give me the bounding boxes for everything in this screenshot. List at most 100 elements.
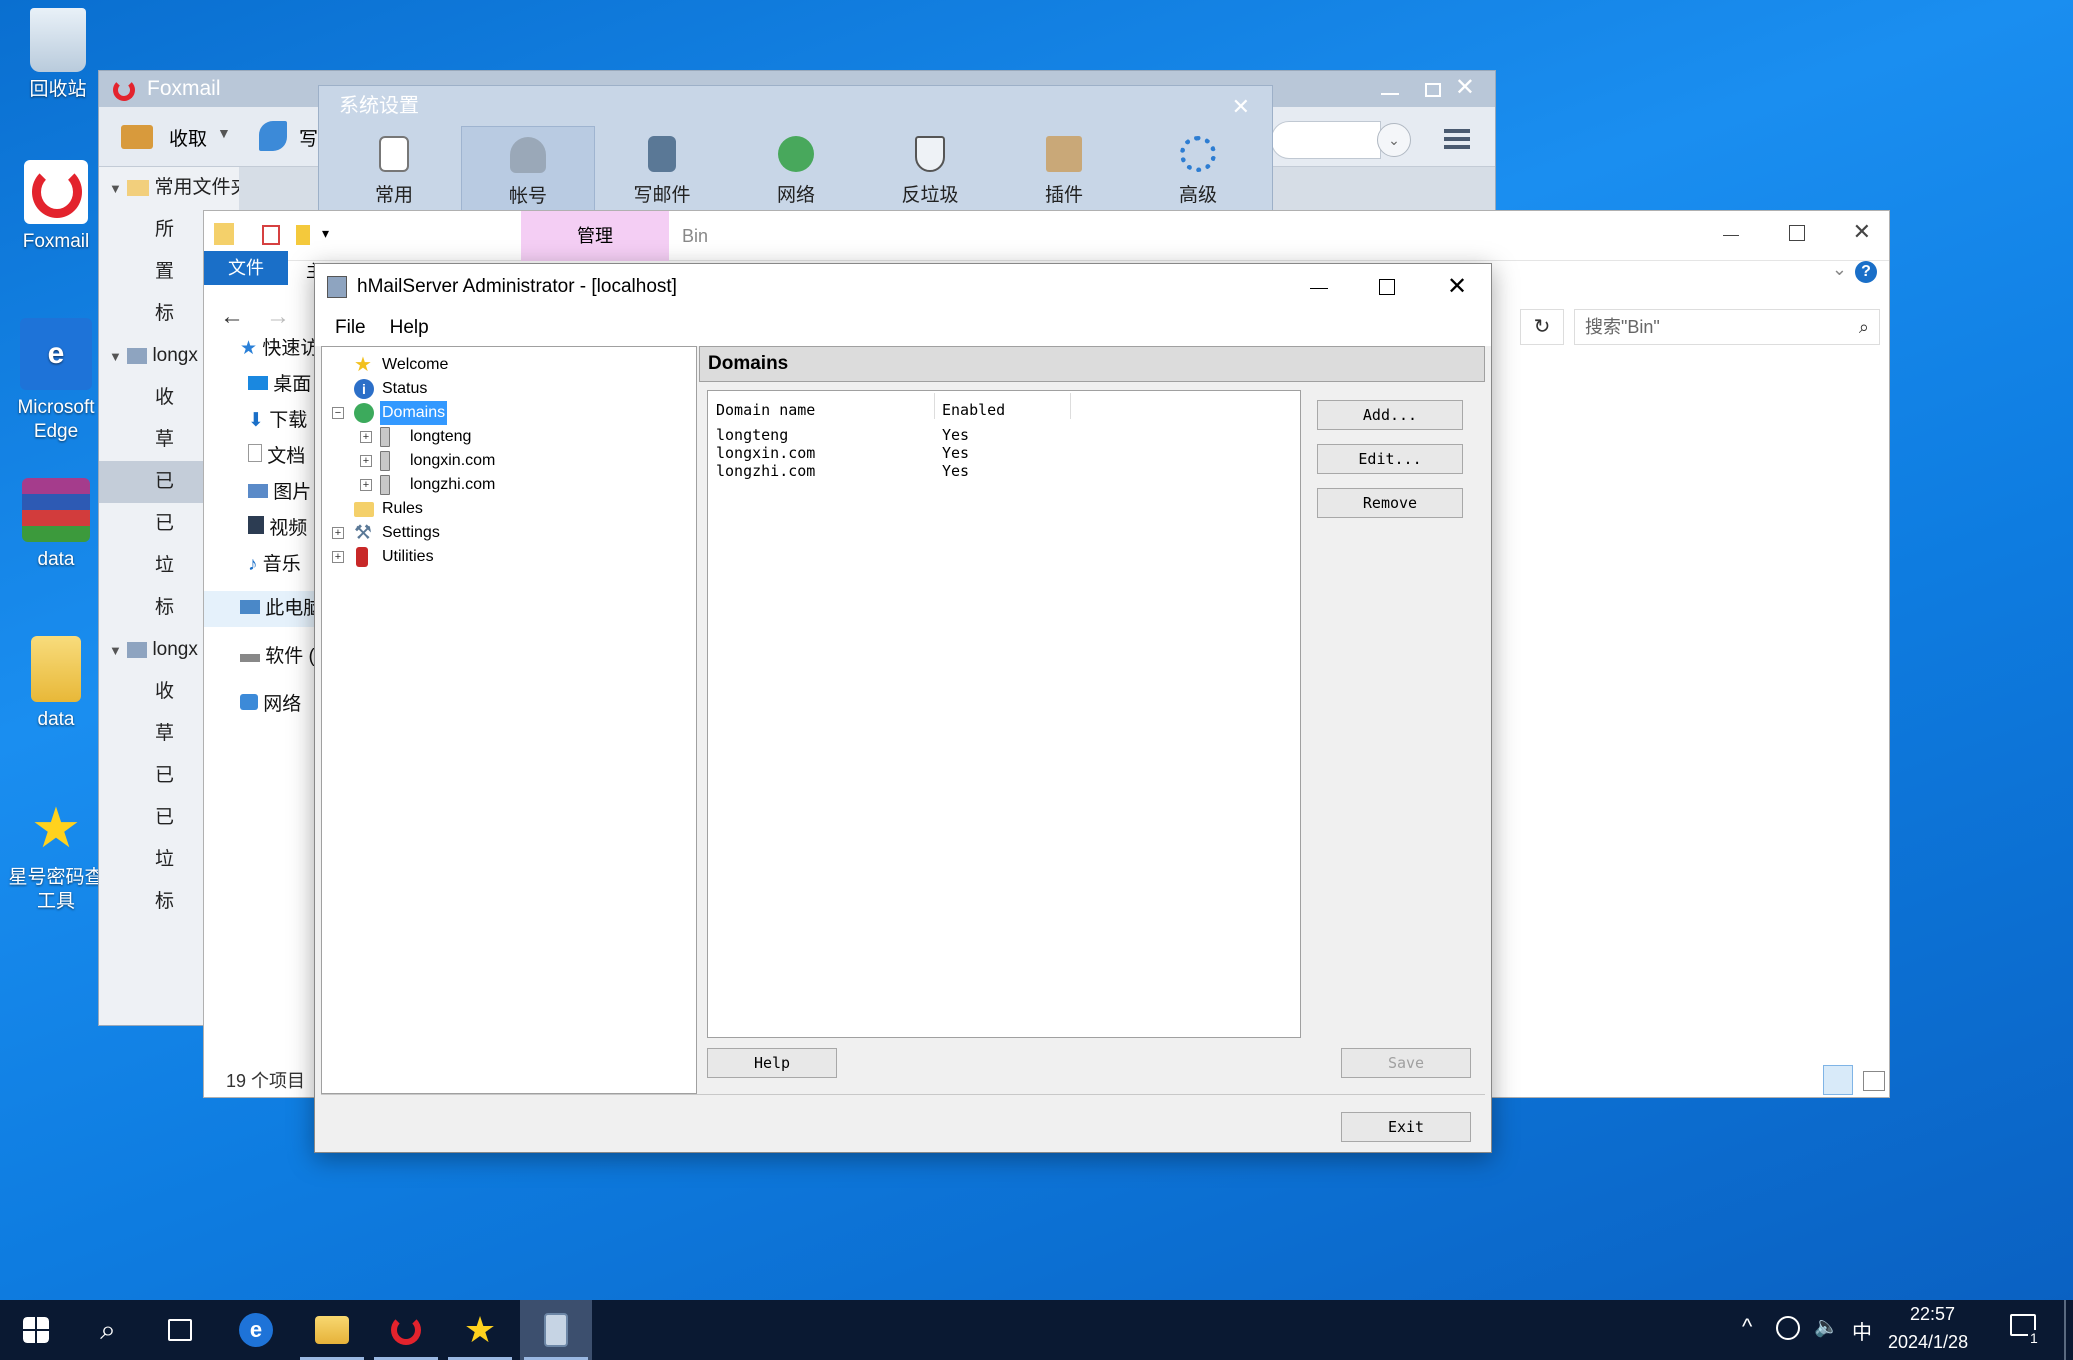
clock-time[interactable]: 22:57 (1910, 1304, 1955, 1325)
show-desktop-button[interactable] (2064, 1300, 2066, 1360)
tab-compose[interactable]: 写邮件 (595, 126, 729, 214)
desktop-icon-edge[interactable]: e Microsoft Edge (0, 318, 112, 444)
maximize-icon[interactable] (1379, 279, 1395, 295)
tab-manage[interactable]: 管理 (521, 211, 669, 261)
tree-item-domain[interactable]: + longxin.com (322, 449, 696, 473)
nav-pictures[interactable]: 图片 (204, 475, 314, 511)
nav-drive[interactable]: 软件 ( (204, 639, 314, 675)
globe-icon (778, 136, 814, 172)
nav-music[interactable]: ♪ 音乐 (204, 547, 314, 583)
menu-help[interactable]: Help (390, 317, 429, 339)
expand-icon[interactable]: + (332, 527, 344, 539)
receive-button[interactable]: 收取 (169, 124, 207, 151)
nav-desktop[interactable]: 桌面 (204, 367, 314, 403)
minimize-icon[interactable] (1310, 288, 1328, 289)
task-view-button[interactable] (144, 1300, 216, 1360)
desktop-icon-data-folder[interactable]: data (0, 636, 112, 732)
menu-list-icon[interactable] (1444, 129, 1470, 149)
taskbar-explorer[interactable] (296, 1300, 368, 1360)
show-hidden-icons-chevron[interactable]: ^ (1742, 1314, 1752, 1340)
add-button[interactable]: Add... (1317, 400, 1463, 430)
tab-file[interactable]: 文件 (204, 251, 288, 285)
search-dropdown-icon[interactable]: ⌄ (1377, 123, 1411, 157)
tree-item-utilities[interactable]: + Utilities (322, 545, 696, 569)
search-input[interactable]: 搜索"Bin" ⌕ (1574, 309, 1880, 345)
desktop-icon-data-archive[interactable]: data (0, 478, 112, 572)
table-row[interactable]: longzhi.com Yes (716, 459, 1276, 483)
properties-icon[interactable] (262, 225, 280, 245)
foxmail-search-box[interactable] (1271, 121, 1381, 159)
maximize-icon[interactable] (1425, 83, 1441, 97)
tab-network[interactable]: 网络 (729, 126, 863, 214)
tree-item-settings[interactable]: + ⚒ Settings (322, 521, 696, 545)
tree-item-rules[interactable]: Rules (322, 497, 696, 521)
navigation-tree: ★ Welcome i Status − Domains + longteng … (321, 346, 697, 1094)
close-icon[interactable]: ✕ (1447, 272, 1467, 301)
nav-documents[interactable]: 文档 (204, 439, 314, 475)
collapse-icon[interactable]: − (332, 407, 344, 419)
domains-list[interactable]: Domain name Enabled longteng Yes longxin… (707, 390, 1301, 1038)
save-button[interactable]: Save (1341, 1048, 1471, 1078)
column-header-enabled[interactable]: Enabled (942, 401, 1072, 421)
tree-item-status[interactable]: i Status (322, 377, 696, 401)
network-globe-icon[interactable] (1776, 1316, 1800, 1340)
help-icon[interactable]: ? (1855, 261, 1877, 283)
help-button[interactable]: Help (707, 1048, 837, 1078)
chevron-down-icon[interactable]: ▼ (217, 125, 231, 141)
tree-item-domain[interactable]: + longteng (322, 425, 696, 449)
folder-quick-icon[interactable] (214, 223, 234, 245)
desktop-icon-password-tool[interactable]: ★ 星号密码查工具 (0, 796, 112, 914)
close-icon[interactable]: ✕ (1853, 219, 1871, 245)
maximize-icon[interactable] (1789, 225, 1805, 241)
taskbar-edge[interactable]: e (220, 1300, 292, 1360)
tree-item-domain[interactable]: + longzhi.com (322, 473, 696, 497)
tab-common[interactable]: 常用 (327, 126, 461, 214)
nav-this-pc[interactable]: 此电脑 (204, 591, 314, 627)
tree-item-welcome[interactable]: ★ Welcome (322, 353, 696, 377)
nav-quick-access[interactable]: ★ 快速访 (204, 331, 314, 367)
refresh-icon[interactable]: ↻ (1520, 309, 1564, 345)
edit-button[interactable]: Edit... (1317, 444, 1463, 474)
input-method-indicator[interactable]: 中 (1852, 1316, 1872, 1345)
details-view-icon[interactable] (1823, 1065, 1853, 1095)
exit-button[interactable]: Exit (1341, 1112, 1471, 1142)
customize-dropdown-icon[interactable]: ▾ (322, 225, 329, 242)
tab-antispam[interactable]: 反垃圾 (863, 126, 997, 214)
column-header-domain-name[interactable]: Domain name (716, 401, 936, 421)
volume-muted-icon[interactable]: 🔈 (1814, 1314, 1839, 1339)
back-arrow-icon[interactable]: ← (220, 303, 244, 331)
clock-date[interactable]: 2024/1/28 (1888, 1332, 1968, 1353)
taskbar-hmail-admin[interactable] (520, 1300, 592, 1360)
ribbon-expand-icon[interactable]: ⌄ (1832, 259, 1847, 280)
start-button[interactable] (0, 1300, 72, 1360)
expand-icon[interactable]: + (360, 431, 372, 443)
star-blue-icon: ★ (240, 338, 258, 359)
write-button[interactable]: 写 (299, 124, 318, 151)
search-button[interactable]: ⌕ (72, 1300, 144, 1360)
nav-videos[interactable]: 视频 (204, 511, 314, 547)
tab-advanced[interactable]: 高级 (1131, 126, 1265, 214)
desktop-icon-foxmail[interactable]: Foxmail (0, 160, 112, 254)
nav-downloads[interactable]: ⬇ 下载 (204, 403, 314, 439)
expand-icon[interactable]: + (360, 479, 372, 491)
remove-button[interactable]: Remove (1317, 488, 1463, 518)
tab-plugins[interactable]: 插件 (997, 126, 1131, 214)
tree-item-domains[interactable]: − Domains (322, 401, 696, 425)
star-icon: ★ (30, 796, 82, 859)
folder-group[interactable]: ▼ 常用文件夹 (99, 167, 239, 209)
taskbar-foxmail[interactable] (370, 1300, 442, 1360)
large-icons-view-icon[interactable] (1863, 1071, 1885, 1091)
expand-icon[interactable]: + (332, 551, 344, 563)
tab-account[interactable]: 帐号 (461, 126, 595, 214)
close-icon[interactable]: ✕ (1455, 73, 1475, 102)
new-folder-icon[interactable] (296, 225, 310, 245)
forward-arrow-icon[interactable]: → (266, 303, 290, 331)
taskbar-password-tool[interactable]: ★ (444, 1300, 516, 1360)
menu-file[interactable]: File (335, 317, 366, 339)
nav-network[interactable]: 网络 (204, 687, 314, 723)
minimize-icon[interactable] (1381, 93, 1399, 95)
expand-icon[interactable]: + (360, 455, 372, 467)
minimize-icon[interactable] (1723, 235, 1739, 236)
close-icon[interactable]: ✕ (1232, 94, 1250, 120)
status-item-count: 19 个项目 (226, 1071, 306, 1091)
